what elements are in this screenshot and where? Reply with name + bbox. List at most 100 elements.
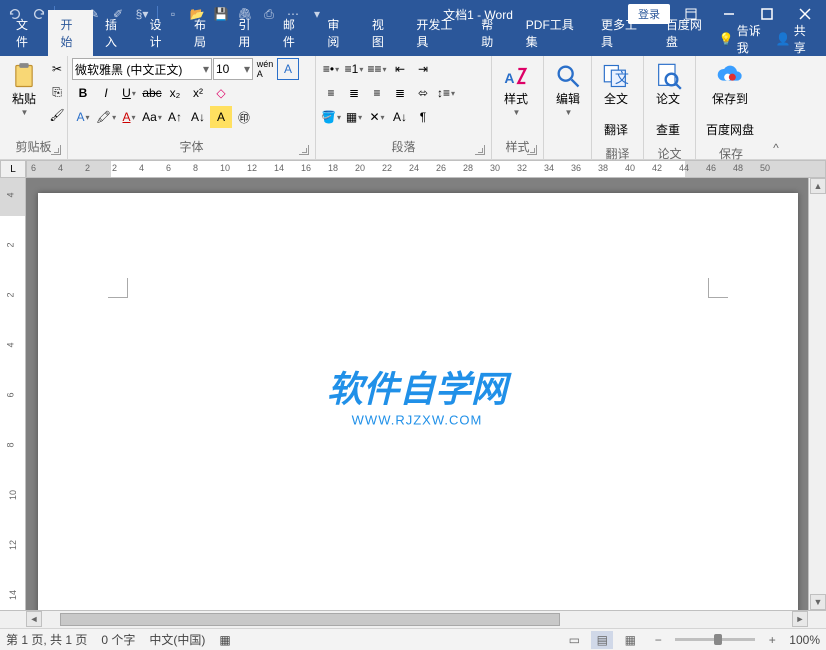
tab-4[interactable]: 布局 — [182, 10, 226, 56]
font-name-input[interactable]: 微软雅黑 (中文正文)▾ — [72, 58, 212, 80]
bold-icon[interactable]: B — [72, 82, 94, 104]
print-layout-icon[interactable]: ▤ — [591, 631, 613, 649]
font-group-label: 字体 — [179, 140, 203, 154]
paragraph-dialog-launcher[interactable] — [475, 145, 485, 155]
status-macro-icon[interactable]: ▦ — [219, 633, 230, 647]
highlight-icon[interactable]: 🖍▾ — [95, 106, 117, 128]
text-effects-icon[interactable]: A▾ — [72, 106, 94, 128]
horizontal-ruler[interactable]: 6422468101214161820222426283032343638404… — [26, 160, 826, 178]
tab-8[interactable]: 视图 — [360, 10, 404, 56]
enclose-char-icon[interactable]: ㊞ — [233, 106, 255, 128]
save-cloud-button[interactable]: 保存到百度网盘 — [700, 58, 760, 143]
tab-9[interactable]: 开发工具 — [404, 10, 469, 56]
decrease-indent-icon[interactable]: ⇤ — [389, 58, 411, 80]
page[interactable] — [38, 193, 798, 610]
tab-12[interactable]: 更多工具 — [589, 10, 654, 56]
bullets-icon[interactable]: ≡•▾ — [320, 58, 342, 80]
zoom-level[interactable]: 100% — [789, 633, 820, 647]
subscript-icon[interactable]: x₂ — [164, 82, 186, 104]
align-left-icon[interactable]: ≡ — [320, 82, 342, 104]
tab-7[interactable]: 审阅 — [315, 10, 359, 56]
tab-3[interactable]: 设计 — [137, 10, 181, 56]
shrink-font-icon[interactable]: A↓ — [187, 106, 209, 128]
scroll-up-icon[interactable]: ▲ — [810, 178, 826, 194]
justify-icon[interactable]: ≣ — [389, 82, 411, 104]
styles-dialog-launcher[interactable] — [527, 145, 537, 155]
phonetic-guide-icon[interactable]: wénA — [254, 58, 276, 80]
italic-icon[interactable]: I — [95, 82, 117, 104]
change-case-icon[interactable]: Aa▾ — [141, 106, 163, 128]
share-button[interactable]: 👤共享 — [776, 22, 814, 56]
read-mode-icon[interactable]: ▭ — [563, 631, 585, 649]
char-border-icon[interactable]: A — [277, 58, 299, 80]
tab-13[interactable]: 百度网盘 — [654, 10, 719, 56]
zoom-slider[interactable] — [675, 638, 755, 641]
hruler-tick: 12 — [247, 163, 257, 173]
collapse-ribbon-icon[interactable]: ^ — [773, 141, 779, 155]
zoom-out-icon[interactable]: − — [647, 631, 669, 649]
asian-layout-icon[interactable]: ✕▾ — [366, 106, 388, 128]
font-size-input[interactable]: 10▾ — [213, 58, 253, 80]
paste-button[interactable]: 粘贴▼ — [4, 58, 44, 122]
scroll-down-icon[interactable]: ▼ — [810, 594, 826, 610]
underline-icon[interactable]: U▾ — [118, 82, 140, 104]
superscript-icon[interactable]: x² — [187, 82, 209, 104]
hruler-tick: 2 — [85, 163, 90, 173]
borders-icon[interactable]: ▦▾ — [343, 106, 365, 128]
tab-0[interactable]: 文件 — [4, 10, 48, 56]
numbering-icon[interactable]: ≡1▾ — [343, 58, 365, 80]
vertical-scrollbar[interactable]: ▲ ▼ — [808, 178, 826, 610]
tab-6[interactable]: 邮件 — [271, 10, 315, 56]
clear-format-icon[interactable]: ◇ — [210, 82, 232, 104]
clipboard-dialog-launcher[interactable] — [51, 145, 61, 155]
tab-10[interactable]: 帮助 — [469, 10, 513, 56]
align-center-icon[interactable]: ≣ — [343, 82, 365, 104]
horizontal-scrollbar[interactable] — [60, 611, 774, 628]
group-translate: 文 全文翻译 翻译 — [592, 56, 644, 159]
shading-icon[interactable]: 🪣▾ — [320, 106, 342, 128]
vruler-tick: 8 — [6, 442, 16, 447]
hruler-tick: 4 — [139, 163, 144, 173]
font-color-icon[interactable]: A▾ — [118, 106, 140, 128]
tab-1[interactable]: 开始 — [48, 10, 92, 56]
styles-button[interactable]: A 样式▼ — [496, 58, 536, 122]
multilevel-icon[interactable]: ≡≡▾ — [366, 58, 388, 80]
zoom-in-icon[interactable]: + — [761, 631, 783, 649]
group-save-cloud: 保存到百度网盘 保存 — [696, 56, 766, 159]
save-cloud-line1: 保存到 — [712, 92, 748, 108]
strikethrough-icon[interactable]: abc — [141, 82, 163, 104]
ruler-corner[interactable]: L — [0, 160, 26, 178]
thesis-check-button[interactable]: 论文查重 — [648, 58, 688, 143]
editing-label: 编辑 — [556, 92, 580, 108]
show-marks-icon[interactable]: ¶ — [412, 106, 434, 128]
increase-indent-icon[interactable]: ⇥ — [412, 58, 434, 80]
status-language[interactable]: 中文(中国) — [149, 631, 205, 648]
vertical-ruler[interactable]: 422468101214 — [0, 178, 26, 610]
tab-11[interactable]: PDF工具集 — [514, 10, 589, 56]
tellme-button[interactable]: 💡告诉我 — [719, 22, 768, 56]
status-words[interactable]: 0 个字 — [101, 631, 135, 648]
hscroll-thumb[interactable] — [60, 613, 560, 626]
cut-icon[interactable]: ✂ — [46, 58, 68, 80]
sort-icon[interactable]: A↓ — [389, 106, 411, 128]
distribute-icon[interactable]: ⬄ — [412, 82, 434, 104]
web-layout-icon[interactable]: ▦ — [619, 631, 641, 649]
tab-5[interactable]: 引用 — [226, 10, 270, 56]
zoom-thumb[interactable] — [714, 634, 722, 645]
status-page[interactable]: 第 1 页, 共 1 页 — [6, 631, 87, 648]
hruler-tick: 46 — [706, 163, 716, 173]
translate-button[interactable]: 文 全文翻译 — [596, 58, 636, 143]
grow-font-icon[interactable]: A↑ — [164, 106, 186, 128]
editing-button[interactable]: 编辑▼ — [548, 58, 588, 122]
char-shading-icon[interactable]: A — [210, 106, 232, 128]
align-right-icon[interactable]: ≡ — [366, 82, 388, 104]
copy-icon[interactable]: ⎘ — [46, 81, 68, 103]
vruler-tick: 4 — [6, 192, 16, 197]
line-spacing-icon[interactable]: ↕≡▾ — [435, 82, 457, 104]
tab-2[interactable]: 插入 — [93, 10, 137, 56]
document-viewport[interactable]: 软件自学网 WWW.RJZXW.COM — [26, 178, 808, 610]
font-dialog-launcher[interactable] — [299, 145, 309, 155]
format-painter-icon[interactable]: 🖌 — [46, 104, 68, 126]
scroll-left-icon[interactable]: ◄ — [26, 611, 42, 627]
scroll-right-icon[interactable]: ► — [792, 611, 808, 627]
